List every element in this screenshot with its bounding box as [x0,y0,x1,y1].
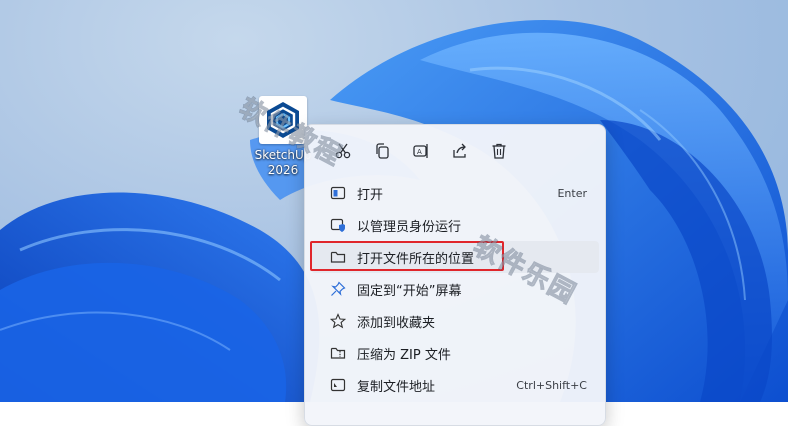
pin-icon [329,280,347,298]
shield-admin-icon [329,216,347,234]
svg-text:A: A [417,148,422,156]
menu-item-compress-zip[interactable]: 压缩为 ZIP 文件 [311,337,599,369]
menu-item-label: 打开 [357,187,384,203]
menu-item-copy-path[interactable]: 复制文件地址 Ctrl+Shift+C [311,369,599,401]
menu-item-shortcut: Enter [557,186,587,200]
share-icon [452,143,466,158]
menu-item-run-as-admin[interactable]: 以管理员身份运行 [311,209,599,241]
rename-icon: A [412,144,428,158]
star-icon [329,312,347,330]
quick-action-bar: A [327,137,514,165]
trash-icon [492,143,505,159]
menu-item-label: 以管理员身份运行 [357,219,462,235]
menu-item-label: 压缩为 ZIP 文件 [357,347,451,363]
menu-item-add-to-favorites[interactable]: 添加到收藏夹 [311,305,599,337]
share-button[interactable] [444,137,475,165]
menu-item-shortcut: Ctrl+Shift+C [516,378,587,392]
menu-item-open[interactable]: 打开 Enter [311,177,599,209]
open-app-icon [329,184,347,202]
copy-path-icon [329,376,347,394]
menu-item-label: 复制文件地址 [357,379,436,395]
copy-icon [375,143,389,159]
zip-folder-icon [329,344,347,362]
delete-button[interactable] [483,137,514,165]
rename-button[interactable]: A [405,137,436,165]
menu-item-label: 添加到收藏夹 [357,315,436,331]
copy-button[interactable] [366,137,397,165]
